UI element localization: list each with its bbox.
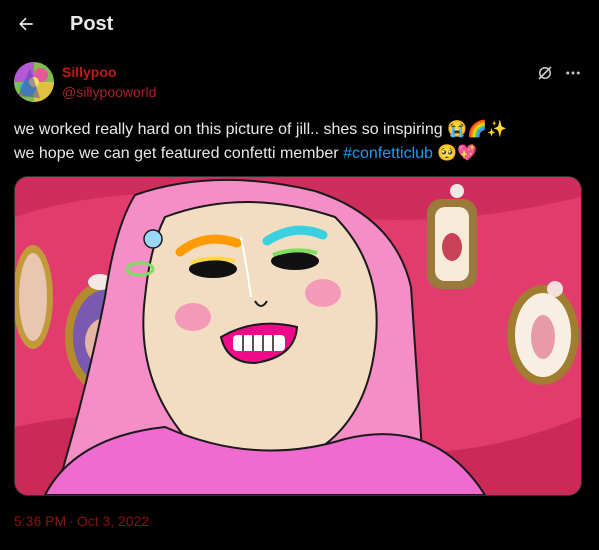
post-timestamp[interactable]: 5:36 PM · Oct 3, 2022	[14, 512, 149, 530]
emoji-crying-rainbow-sparkles: 😭🌈✨	[447, 121, 507, 138]
post-time: 5:36 PM	[14, 513, 67, 529]
post-image[interactable]	[14, 176, 582, 496]
emoji-pleading-heart: 🥺💖	[432, 145, 478, 162]
avatar[interactable]	[14, 62, 54, 102]
top-bar: Post	[0, 0, 599, 48]
page-title: Post	[70, 13, 114, 35]
author-name[interactable]: Sillypoo	[62, 64, 116, 81]
back-button[interactable]	[6, 4, 46, 44]
more-options-button[interactable]	[562, 62, 584, 84]
author-handle[interactable]: @sillypooworld	[62, 84, 156, 101]
more-icon	[566, 71, 580, 75]
post-date: Oct 3, 2022	[76, 513, 150, 529]
timestamp-separator: ·	[69, 513, 74, 529]
arrow-left-icon	[19, 17, 33, 31]
hashtag-link[interactable]: #confetticlub	[343, 145, 433, 162]
grok-icon	[538, 66, 552, 80]
post-text: we worked really hard on this picture of…	[14, 118, 584, 166]
post-text-line-2: we hope we can get featured confetti mem…	[14, 145, 478, 162]
post-text-line-1: we worked really hard on this picture of…	[14, 121, 507, 138]
grok-button[interactable]	[534, 62, 556, 84]
